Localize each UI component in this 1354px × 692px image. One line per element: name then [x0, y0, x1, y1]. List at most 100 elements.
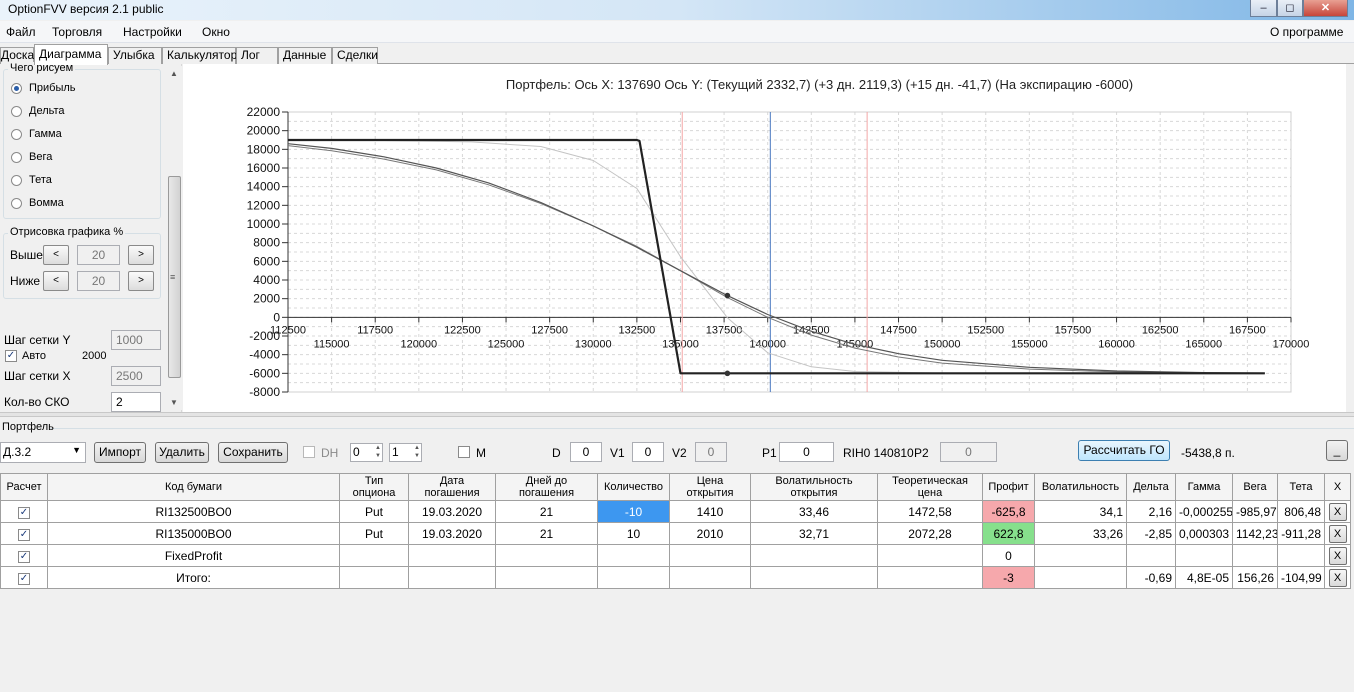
v1-input[interactable]: 0 — [632, 442, 664, 462]
y-tick-label: 16000 — [247, 161, 281, 175]
delete-button[interactable]: Удалить — [155, 442, 209, 463]
column-header[interactable]: Тета — [1277, 473, 1325, 501]
tab-log[interactable]: Лог — [236, 47, 278, 64]
table-cell: 21 — [495, 500, 598, 523]
column-header[interactable]: Теоретическая цена — [877, 473, 983, 501]
column-header[interactable]: Расчет — [0, 473, 48, 501]
m-checkbox[interactable] — [458, 446, 470, 458]
minimize-window-button[interactable]: ‒ — [1250, 0, 1277, 17]
sko-input[interactable]: 2 — [111, 392, 161, 412]
scroll-down-icon[interactable]: ▼ — [170, 398, 178, 407]
p1-input[interactable]: 0 — [779, 442, 834, 462]
table-cell[interactable]: 10 — [597, 522, 670, 545]
table-row[interactable]: ✓ Итого: -3 -0,69 4,8E-05 156,26 -104,99 X — [0, 566, 1351, 589]
y-tick-label: 4000 — [253, 273, 280, 287]
calc-go-button[interactable]: Рассчитать ГО — [1078, 440, 1170, 461]
column-header[interactable]: Код бумаги — [47, 473, 340, 501]
radio-gamma[interactable] — [11, 129, 22, 140]
table-cell: -625,8 — [982, 500, 1035, 523]
calc-checkbox-cell[interactable]: ✓ — [0, 522, 48, 545]
column-header[interactable]: Дата погашения — [408, 473, 496, 501]
below-increase-button[interactable]: > — [128, 271, 154, 291]
splitter[interactable] — [0, 412, 1354, 417]
delete-row-button-cell[interactable]: X — [1324, 500, 1351, 523]
d-input[interactable]: 0 — [570, 442, 602, 462]
menu-settings[interactable]: Настройки — [123, 25, 182, 39]
checkbox-icon[interactable]: ✓ — [18, 573, 30, 585]
column-header[interactable]: Цена открытия — [669, 473, 751, 501]
spin1-input[interactable]: 0 ▲ ▼ — [350, 443, 383, 462]
table-cell[interactable]: -10 — [597, 500, 670, 523]
delete-row-button[interactable]: X — [1328, 546, 1347, 565]
dh-checkbox[interactable] — [303, 446, 315, 458]
tab-deals[interactable]: Сделки — [332, 47, 378, 64]
auto-value: 2000 — [82, 350, 107, 362]
table-row[interactable]: ✓ FixedProfit 0 X — [0, 544, 1351, 567]
column-header[interactable]: Дельта — [1126, 473, 1176, 501]
grid-y-input[interactable]: 1000 — [111, 330, 161, 350]
calc-checkbox-cell[interactable]: ✓ — [0, 566, 48, 589]
go-value: -5438,8 п. — [1181, 446, 1235, 460]
column-header[interactable]: Профит — [982, 473, 1035, 501]
radio-vomma[interactable] — [11, 198, 22, 209]
column-header[interactable]: Волатильность — [1034, 473, 1127, 501]
column-header[interactable]: Волатильность открытия — [750, 473, 878, 501]
delete-row-button-cell[interactable]: X — [1324, 566, 1351, 589]
data-point-marker — [724, 370, 731, 377]
radio-theta[interactable] — [11, 175, 22, 186]
tab-diagram[interactable]: Диаграмма — [34, 44, 108, 65]
scroll-up-icon[interactable]: ▲ — [170, 69, 178, 78]
radio-profit[interactable] — [11, 83, 22, 94]
spin2-input[interactable]: 1 ▲ ▼ — [389, 443, 422, 462]
close-window-button[interactable]: ✕ — [1303, 0, 1348, 17]
p2-input[interactable]: 0 — [940, 442, 997, 462]
save-button[interactable]: Сохранить — [218, 442, 288, 463]
menu-file[interactable]: Файл — [6, 25, 36, 39]
delete-row-button[interactable]: X — [1328, 502, 1347, 521]
maximize-window-button[interactable]: ◻ — [1277, 0, 1303, 17]
delete-row-button[interactable]: X — [1328, 524, 1347, 543]
checkbox-icon[interactable]: ✓ — [18, 529, 30, 541]
below-decrease-button[interactable]: < — [43, 271, 69, 291]
column-header[interactable]: X — [1324, 473, 1351, 501]
y-tick-label: -8000 — [249, 385, 280, 399]
v2-input[interactable]: 0 — [695, 442, 727, 462]
column-header[interactable]: Дней до погашения — [495, 473, 598, 501]
spin-arrows-icon[interactable]: ▲ ▼ — [414, 444, 420, 460]
table-cell[interactable] — [597, 544, 670, 567]
menu-window[interactable]: Окно — [202, 25, 230, 39]
column-header[interactable]: Количество — [597, 473, 670, 501]
tab-data[interactable]: Данные — [278, 47, 332, 64]
above-decrease-button[interactable]: < — [43, 245, 69, 265]
spin-arrows-icon[interactable]: ▲ ▼ — [375, 444, 381, 460]
column-header[interactable]: Тип опциона — [339, 473, 409, 501]
portfolio-select[interactable]: Д.3.2 ▼ — [0, 442, 86, 463]
checkbox-icon[interactable]: ✓ — [18, 507, 30, 519]
tab-smile[interactable]: Улыбка — [108, 47, 162, 64]
table-row[interactable]: ✓ RI132500BO0 Put 19.03.2020 21 -10 1410 33,46 1… — [0, 500, 1351, 523]
delete-row-button[interactable]: X — [1328, 568, 1347, 587]
radio-vega[interactable] — [11, 152, 22, 163]
chart-area[interactable]: Портфель: Ось X: 137690 Ось Y: (Текущий … — [183, 64, 1354, 412]
column-header[interactable]: Вега — [1232, 473, 1278, 501]
delete-row-button-cell[interactable]: X — [1324, 544, 1351, 567]
radio-delta[interactable] — [11, 106, 22, 117]
table-row[interactable]: ✓ RI135000BO0 Put 19.03.2020 21 10 2010 32,71 20… — [0, 522, 1351, 545]
y-tick-label: 2000 — [253, 292, 280, 306]
calc-checkbox-cell[interactable]: ✓ — [0, 544, 48, 567]
checkbox-icon[interactable]: ✓ — [18, 551, 30, 563]
above-increase-button[interactable]: > — [128, 245, 154, 265]
auto-checkbox[interactable]: ✓ — [5, 350, 17, 362]
minimize-panel-button[interactable]: _ — [1326, 440, 1348, 461]
menu-about[interactable]: О программе — [1270, 25, 1343, 39]
import-button[interactable]: Импорт — [94, 442, 146, 463]
calc-checkbox-cell[interactable]: ✓ — [0, 500, 48, 523]
menu-trading[interactable]: Торговля — [52, 25, 102, 39]
table-cell[interactable] — [597, 566, 670, 589]
m-label: M — [476, 446, 486, 460]
tab-calculator[interactable]: Калькулятор — [162, 47, 237, 64]
grid-x-input[interactable]: 2500 — [111, 366, 161, 386]
above-label: Выше — [10, 248, 43, 262]
column-header[interactable]: Гамма — [1175, 473, 1233, 501]
delete-row-button-cell[interactable]: X — [1324, 522, 1351, 545]
